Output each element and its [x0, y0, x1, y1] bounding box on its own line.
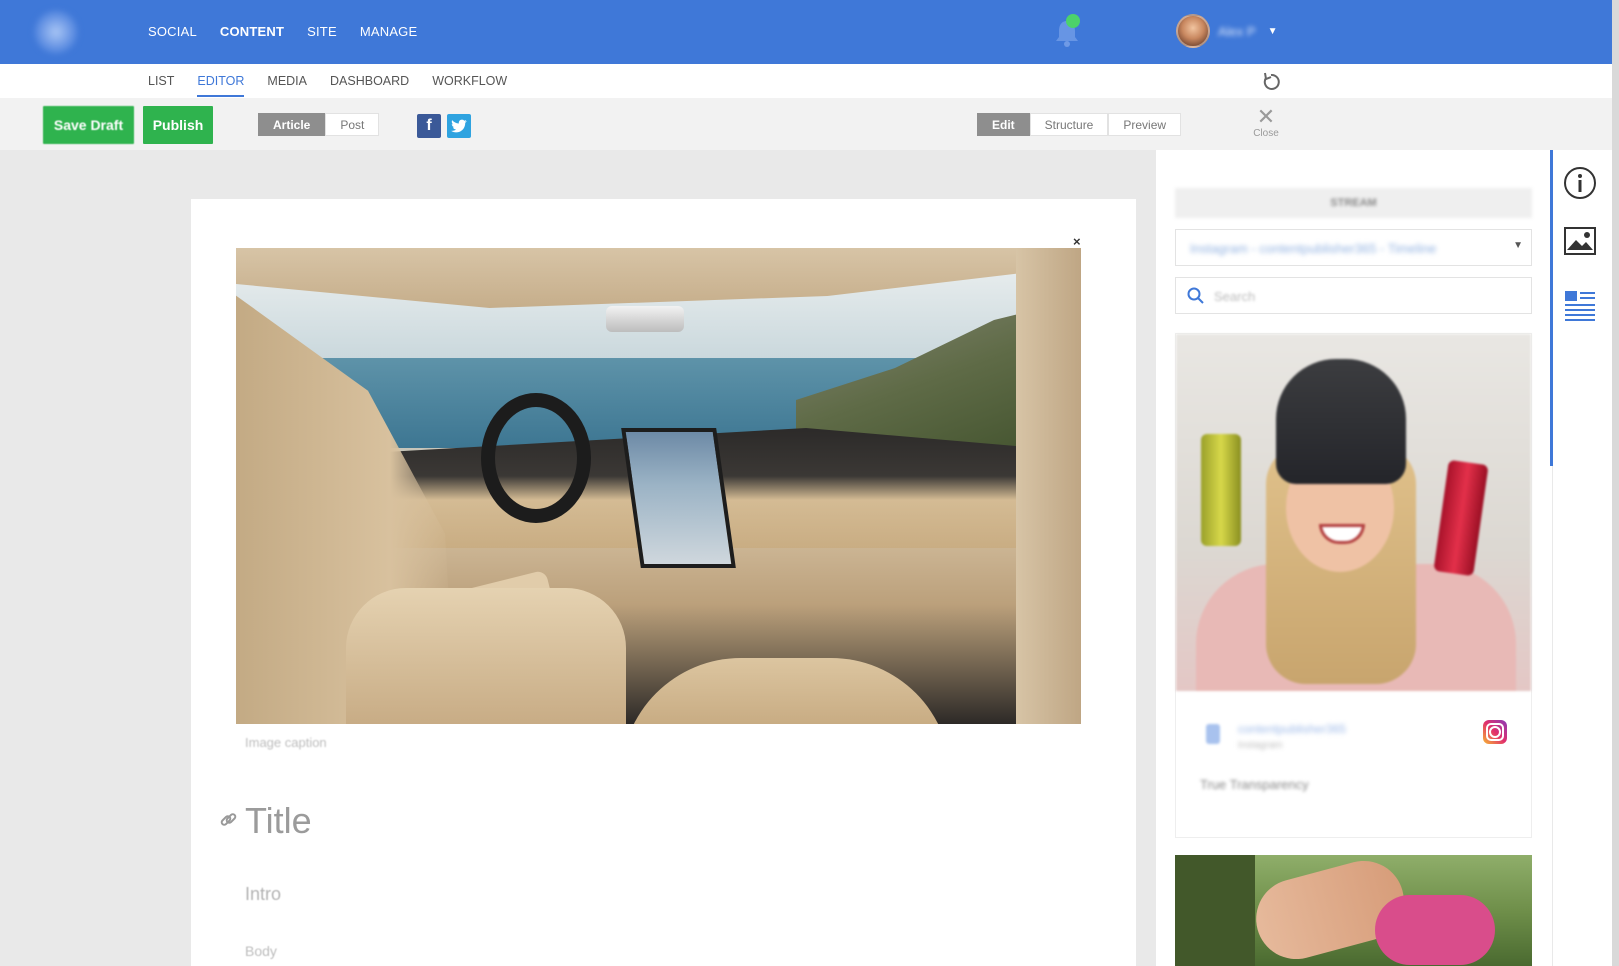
refresh-icon[interactable] — [1260, 71, 1282, 93]
content-type-toggle: Article Post — [258, 113, 380, 136]
article-icon[interactable] — [1563, 288, 1597, 322]
subnav-list[interactable]: LIST — [148, 74, 174, 97]
title-field[interactable]: Title — [245, 800, 312, 842]
nav-content[interactable]: CONTENT — [220, 24, 284, 39]
share-buttons: f — [417, 114, 471, 138]
app-logo[interactable] — [34, 10, 78, 54]
view-structure-button[interactable]: Structure — [1029, 113, 1109, 136]
subnav-dashboard[interactable]: DASHBOARD — [330, 74, 409, 97]
remove-image-button[interactable]: × — [1073, 234, 1081, 249]
main-nav: SOCIAL CONTENT SITE MANAGE — [148, 24, 417, 39]
post-text: True Transparency — [1200, 777, 1309, 792]
stream-post-card[interactable]: contentpublisher365 Instagram True Trans… — [1175, 333, 1532, 838]
intro-field[interactable]: Intro — [245, 884, 281, 905]
nav-social[interactable]: SOCIAL — [148, 24, 197, 39]
stream-search-input[interactable]: Search — [1175, 277, 1532, 314]
image-icon[interactable] — [1563, 226, 1597, 256]
top-nav-bar: SOCIAL CONTENT SITE MANAGE Alex P ▼ — [0, 0, 1619, 64]
subnav-workflow[interactable]: WORKFLOW — [432, 74, 507, 97]
close-icon: ✕ — [1256, 104, 1276, 129]
close-label: Close — [1253, 128, 1279, 139]
stream-source-value: Instagram - contentpublisher365 - Timeli… — [1190, 241, 1437, 256]
publish-button[interactable]: Publish — [143, 106, 213, 144]
search-icon — [1187, 287, 1204, 304]
body-field[interactable]: Body — [245, 943, 277, 959]
user-name: Alex P — [1218, 23, 1256, 39]
window-edge — [1612, 0, 1619, 966]
post-author[interactable]: contentpublisher365 — [1238, 722, 1346, 736]
avatar — [1176, 14, 1210, 48]
search-placeholder: Search — [1214, 289, 1256, 304]
facebook-icon[interactable]: f — [417, 114, 441, 138]
image-caption-field[interactable]: Image caption — [245, 735, 327, 750]
info-icon[interactable] — [1563, 166, 1597, 200]
bell-icon[interactable] — [1052, 14, 1082, 48]
sub-nav: LIST EDITOR MEDIA DASHBOARD WORKFLOW — [0, 64, 1619, 98]
chevron-down-icon: ▼ — [1267, 25, 1278, 37]
post-image[interactable] — [1176, 334, 1531, 691]
close-button[interactable]: ✕ Close — [1246, 104, 1286, 140]
user-menu[interactable]: Alex P ▼ — [1176, 14, 1277, 48]
right-tool-sidebar — [1553, 150, 1619, 966]
view-mode-toggle: Edit Structure Preview — [977, 113, 1182, 136]
save-draft-button[interactable]: Save Draft — [43, 106, 134, 144]
view-preview-button[interactable]: Preview — [1108, 113, 1182, 136]
editor-toolbar: Save Draft Publish Article Post Edit Str… — [0, 98, 1619, 150]
chevron-down-icon: ▼ — [1513, 240, 1523, 251]
instagram-icon — [1483, 720, 1507, 744]
nav-manage[interactable]: MANAGE — [360, 24, 418, 39]
post-subtitle: Instagram — [1238, 740, 1283, 751]
notification-badge — [1066, 14, 1080, 28]
twitter-icon[interactable] — [447, 114, 471, 138]
stream-post-image[interactable] — [1175, 855, 1532, 966]
author-avatar — [1206, 724, 1220, 744]
type-post-button[interactable]: Post — [325, 113, 380, 136]
nav-site[interactable]: SITE — [307, 24, 337, 39]
view-edit-button[interactable]: Edit — [977, 113, 1030, 136]
stream-source-select[interactable]: Instagram - contentpublisher365 - Timeli… — [1175, 229, 1532, 266]
stream-panel-header: STREAM — [1175, 188, 1532, 218]
subnav-editor[interactable]: EDITOR — [197, 74, 245, 97]
subnav-media[interactable]: MEDIA — [267, 74, 307, 97]
link-icon[interactable] — [218, 810, 238, 830]
hero-image[interactable] — [236, 248, 1081, 724]
type-article-button[interactable]: Article — [258, 113, 326, 136]
